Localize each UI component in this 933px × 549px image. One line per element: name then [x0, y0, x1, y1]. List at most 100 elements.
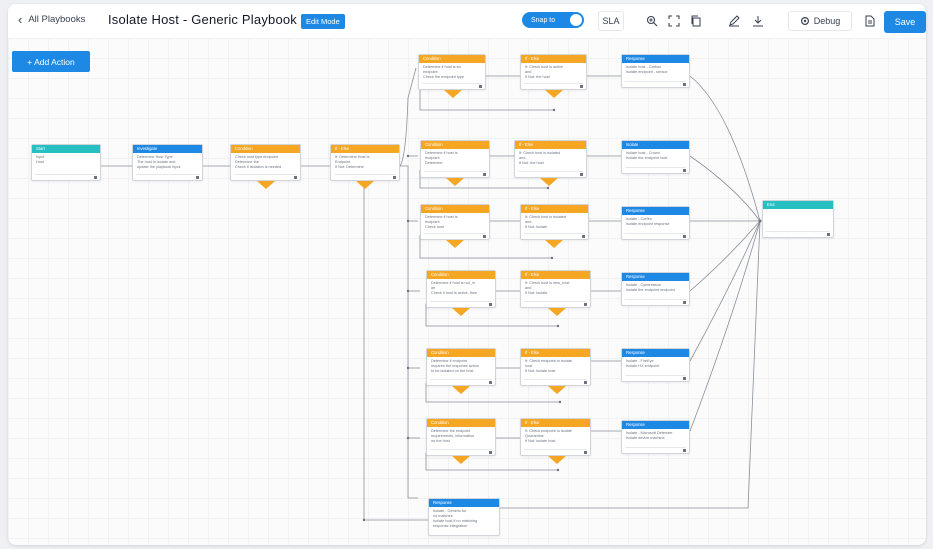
condition-node[interactable]: Condition Determine if endpoint requires …	[426, 348, 496, 386]
node-footer	[625, 167, 686, 172]
node-footer	[424, 171, 486, 176]
branch-handle-icon[interactable]	[446, 240, 464, 248]
response-node[interactable]: Response Isolate - Cybereason Isolate the…	[621, 272, 690, 306]
node-footer	[766, 231, 830, 236]
pencil-icon	[729, 15, 740, 27]
response-node[interactable]: Response Isolate - Microsoft Defender Iso…	[621, 420, 690, 454]
condition-node[interactable]: Condition Determine if host is endpoint Ch…	[420, 204, 490, 240]
debug-button[interactable]: Debug	[788, 11, 852, 31]
app-window: ‹ All Playbooks Isolate Host - Generic P…	[8, 4, 926, 545]
debug-label: Debug	[813, 16, 841, 26]
toggle-knob	[570, 14, 582, 26]
branch-handle-icon[interactable]	[452, 456, 470, 464]
copy-button[interactable]	[686, 11, 706, 31]
node-title: Condition	[419, 55, 485, 63]
response-node[interactable]: Response Isolate host - Carbon Isolate en…	[621, 54, 690, 88]
node-line: Check if host is active, then	[431, 291, 478, 295]
node-footer	[625, 299, 686, 304]
if-else-node[interactable]: If - Else If: Check endpoint to isolate Q…	[520, 418, 591, 456]
node-line: Isolate endpoint response	[626, 222, 670, 226]
response-node[interactable]: Isolate Isolate host - Crowd Isolate the …	[621, 140, 690, 174]
if-else-node[interactable]: If - Else If: Check host is new_host and I…	[520, 270, 591, 308]
edit-button[interactable]	[724, 11, 744, 31]
branch-handle-icon[interactable]	[452, 308, 470, 316]
node-footer	[524, 301, 587, 306]
zoom-in-button[interactable]	[642, 11, 662, 31]
start-node[interactable]: Start Input Host	[31, 144, 101, 181]
node-title: Response	[429, 499, 499, 507]
end-node[interactable]: End	[762, 200, 834, 238]
condition-node[interactable]: Condition Determine if host is an endpoin…	[418, 54, 486, 90]
node-footer	[518, 171, 583, 176]
node-footer	[35, 174, 97, 179]
branch-handle-icon[interactable]	[257, 181, 275, 189]
document-button[interactable]	[860, 11, 880, 31]
node-line: Isolate endpoint - sensor	[626, 70, 668, 74]
node-line: Determine	[425, 161, 443, 165]
node-line: Isolate the endpoint host	[626, 156, 668, 160]
node-footer	[430, 449, 492, 454]
node-title: Condition	[427, 419, 495, 427]
investigate-node[interactable]: Investigate Determine Host Type The host …	[132, 144, 203, 181]
node-line: Check the endpoint type	[423, 75, 464, 79]
branch-handle-icon[interactable]	[356, 181, 374, 189]
fit-view-button[interactable]	[664, 11, 684, 31]
fit-view-icon	[668, 15, 680, 27]
node-title: Investigate	[133, 145, 202, 153]
node-line: If Not: isolate host	[525, 369, 556, 373]
generic-response-node[interactable]: Response Isolate - Generic for no matches…	[428, 498, 500, 536]
node-footer	[424, 233, 486, 238]
gear-icon	[800, 16, 809, 26]
branch-handle-icon[interactable]	[446, 178, 464, 186]
node-title: Response	[622, 349, 689, 357]
snap-toggle[interactable]: Snap to	[522, 12, 584, 28]
if-else-node[interactable]: If - Else If: Check host is active and If …	[520, 54, 587, 90]
node-title: Condition	[427, 271, 495, 279]
branch-handle-icon[interactable]	[545, 90, 563, 98]
node-line: Check host	[425, 225, 444, 229]
branch-handle-icon[interactable]	[452, 386, 470, 394]
condition-node[interactable]: Condition Check host type endpoint Determ…	[230, 144, 301, 181]
node-line: If Not: Determine	[335, 165, 364, 169]
if-else-node[interactable]: If - Else If: Determine Host is Endpoint I…	[330, 144, 400, 181]
branch-handle-icon[interactable]	[444, 90, 462, 98]
node-title: Response	[622, 207, 689, 215]
top-toolbar: ‹ All Playbooks Isolate Host - Generic P…	[8, 4, 926, 38]
node-footer	[524, 379, 587, 384]
node-footer	[430, 301, 492, 306]
node-title: Response	[622, 55, 689, 63]
if-else-node[interactable]: If - Else If: Check host is isolated and I…	[514, 140, 587, 178]
if-else-node[interactable]: If - Else If: Check endpoint to isolate h…	[520, 348, 591, 386]
branch-handle-icon[interactable]	[548, 386, 566, 394]
document-icon	[865, 15, 875, 27]
response-node[interactable]: Response Isolate - FireEye Isolate HX end…	[621, 348, 690, 382]
node-line: response integration	[433, 524, 468, 528]
node-line: update the playbook input	[137, 165, 181, 169]
page-title: Isolate Host - Generic Playbook	[108, 12, 298, 27]
branch-handle-icon[interactable]	[545, 240, 563, 248]
node-line: to be isolated on the host	[431, 369, 474, 373]
save-button[interactable]: Save	[884, 11, 926, 33]
back-link[interactable]: ‹ All Playbooks	[18, 13, 85, 26]
node-title: End	[763, 201, 833, 209]
node-footer	[625, 447, 686, 452]
download-button[interactable]	[748, 11, 768, 31]
node-line: Isolate the endpoint endpoint	[626, 288, 675, 292]
sla-button[interactable]: SLA	[598, 11, 624, 31]
node-title: Condition	[231, 145, 300, 153]
node-line: Check if isolation is needed	[235, 165, 282, 169]
branch-handle-icon[interactable]	[540, 178, 558, 186]
node-footer	[524, 449, 587, 454]
condition-node[interactable]: Condition Determine if host is endpoint De…	[420, 140, 490, 178]
copy-icon	[691, 15, 701, 27]
node-title: Response	[622, 421, 689, 429]
branch-handle-icon[interactable]	[548, 456, 566, 464]
edit-mode-badge[interactable]: Edit Mode	[301, 14, 345, 29]
branch-handle-icon[interactable]	[548, 308, 566, 316]
response-node[interactable]: Response Isolate - Cortex Isolate endpoin…	[621, 206, 690, 240]
condition-node[interactable]: Condition Determine the endpoint requirem…	[426, 418, 496, 456]
condition-node[interactable]: Condition Determine if host is not_in an C…	[426, 270, 496, 308]
node-title: Isolate	[622, 141, 689, 149]
node-footer	[430, 379, 492, 384]
if-else-node[interactable]: If - Else If: Check host is isolated and I…	[520, 204, 589, 240]
